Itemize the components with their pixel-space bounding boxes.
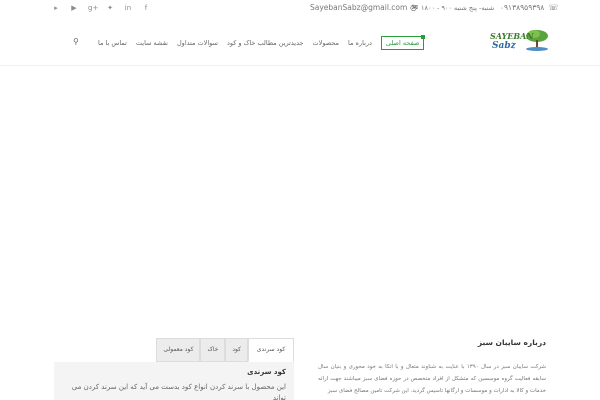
nav-item-faq[interactable]: سوالات متداول bbox=[177, 39, 218, 47]
twitter-icon[interactable]: ✦ bbox=[106, 3, 114, 13]
youtube-icon[interactable]: ▶ bbox=[70, 3, 78, 13]
tab-screened-fertilizer[interactable]: کود سرندی bbox=[248, 338, 294, 362]
site-header: SAYEBAN Sabz صفحه اصلی درباره ما محصولات… bbox=[0, 16, 600, 66]
tab-regular-fertilizer[interactable]: کود معمولی bbox=[156, 338, 201, 362]
tab-bar: کود سرندی کود خاک کود معمولی bbox=[54, 338, 294, 362]
top-bar: ▸ ▶ g+ ✦ in f SayebanSabz@gmail.com ✉ شن… bbox=[0, 0, 600, 16]
search-icon[interactable]: ⚲ bbox=[73, 37, 79, 46]
email-text[interactable]: SayebanSabz@gmail.com bbox=[310, 3, 407, 12]
product-tabs: کود سرندی کود خاک کود معمولی کود سرندی ا… bbox=[54, 338, 294, 400]
logo-line1: SAYEBAN bbox=[490, 31, 534, 41]
phone-text: ۰۹۱۳۸۹۵۹۳۹۸ bbox=[500, 3, 545, 12]
about-title: درباره سایبان سبز bbox=[477, 338, 546, 347]
nav-item-contact[interactable]: تماس با ما bbox=[98, 39, 127, 47]
logo-line2: Sabz bbox=[492, 41, 516, 51]
phone-contact: ۰۹۱۳۸۹۵۹۳۹۸ ☏ bbox=[500, 3, 558, 12]
facebook-icon[interactable]: f bbox=[142, 3, 150, 13]
nav-item-sitemap[interactable]: نقشه سایت bbox=[136, 39, 168, 47]
tab-panel: کود سرندی این محصول با سرند کردن انواع ک… bbox=[54, 362, 294, 400]
about-section: درباره سایبان سبز شرکت سایبان سبز در سال… bbox=[318, 338, 546, 397]
tab-soil[interactable]: خاک bbox=[200, 338, 226, 362]
nav-item-products[interactable]: محصولات bbox=[313, 39, 340, 47]
about-text: شرکت سایبان سبز در سال ۱۳۹۰ با عنایت به … bbox=[318, 364, 547, 394]
site-logo[interactable]: SAYEBAN Sabz bbox=[488, 29, 550, 55]
tab-fertilizer[interactable]: کود bbox=[225, 338, 248, 362]
main-nav: صفحه اصلی درباره ما محصولات جدیدترین مطا… bbox=[98, 35, 426, 50]
google-plus-icon[interactable]: g+ bbox=[88, 3, 98, 13]
phone-icon: ☏ bbox=[548, 3, 559, 12]
hours-text: شنبه- پنج شنبه ۹۰۰ - ۱۸۰۰ bbox=[420, 3, 495, 12]
flickr-icon[interactable]: ▸ bbox=[52, 3, 60, 13]
tab-panel-text: این محصول با سرند کردن انواع کود بدست می… bbox=[71, 383, 286, 400]
tab-panel-title: کود سرندی bbox=[247, 368, 286, 376]
nav-item-latest-posts[interactable]: جدیدترین مطالب خاک و کود bbox=[227, 39, 304, 47]
social-links: ▸ ▶ g+ ✦ in f bbox=[52, 3, 150, 13]
linkedin-icon[interactable]: in bbox=[124, 3, 132, 13]
nav-item-home[interactable]: صفحه اصلی bbox=[380, 35, 426, 50]
clock-icon: ◷ bbox=[410, 3, 417, 12]
hero-slider bbox=[0, 67, 600, 325]
nav-item-about[interactable]: درباره ما bbox=[348, 39, 372, 47]
email-contact[interactable]: SayebanSabz@gmail.com ✉ bbox=[310, 3, 418, 12]
working-hours: شنبه- پنج شنبه ۹۰۰ - ۱۸۰۰ ◷ bbox=[410, 3, 494, 12]
